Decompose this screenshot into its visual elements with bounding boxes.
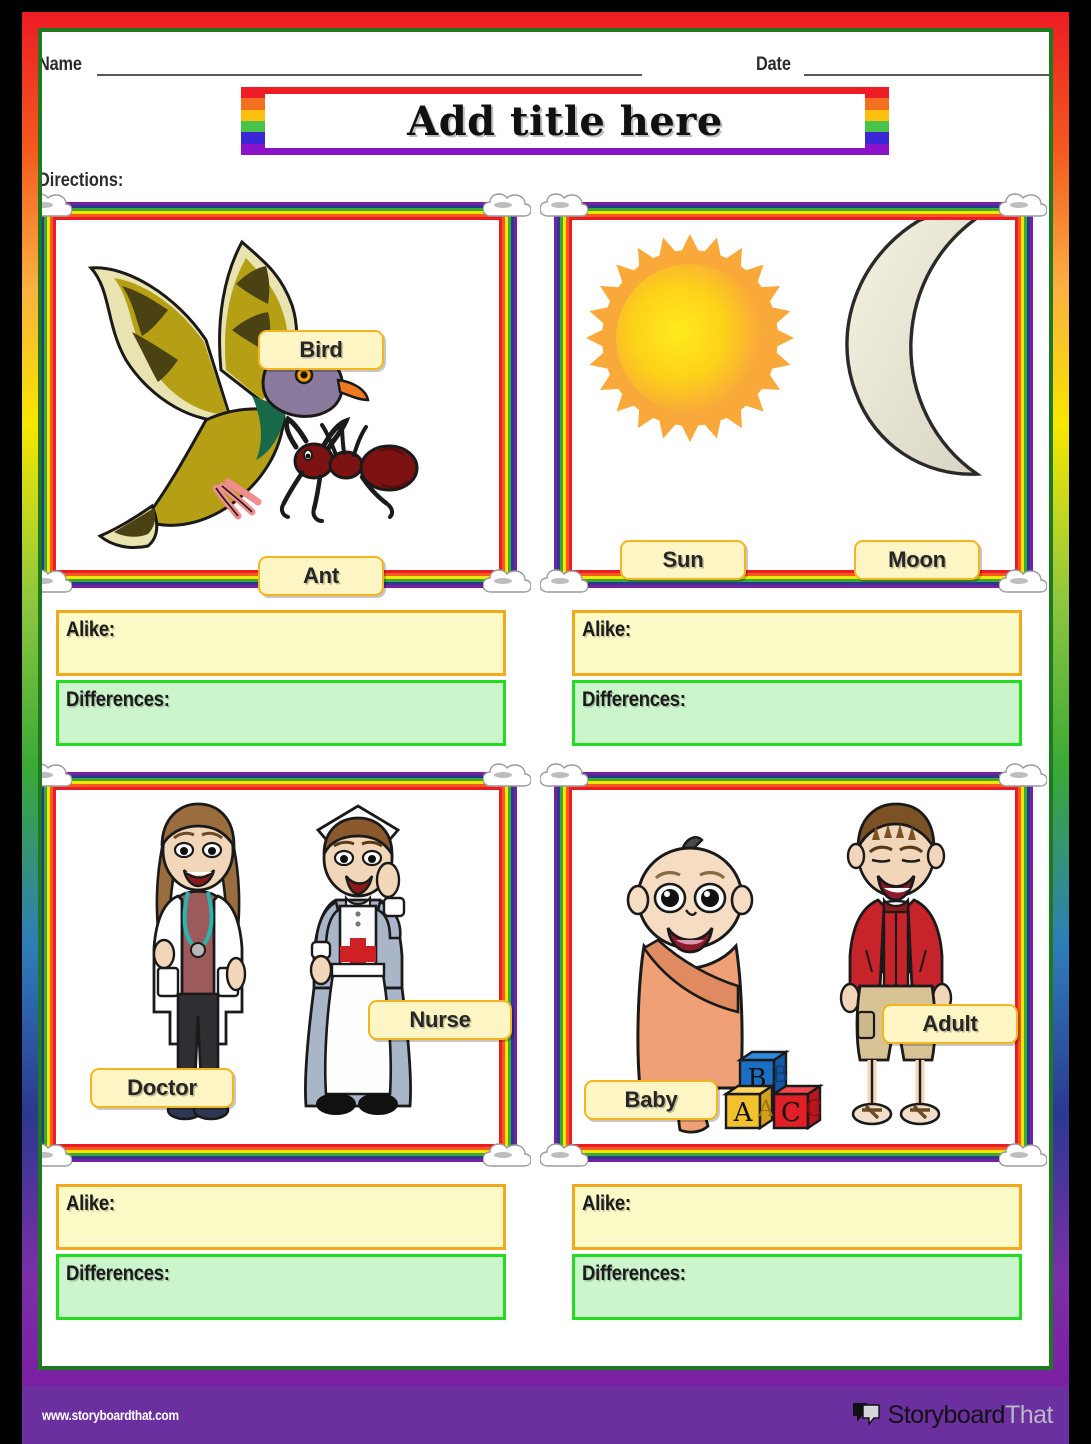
svg-text:B: B (772, 1063, 788, 1088)
panel-doctor-nurse: Doctor Nurse (42, 763, 531, 1167)
alike-box-doctor-nurse[interactable]: Alike: (56, 1184, 506, 1250)
cloud-icon (540, 192, 588, 222)
differences-label: Differences: (66, 1262, 170, 1285)
cloud-icon (999, 568, 1047, 598)
cloud-icon (540, 1142, 588, 1172)
cloud-icon (483, 568, 531, 598)
alike-label: Alike: (582, 618, 631, 641)
panel-art-sun-moon (572, 220, 1015, 570)
label-tag-baby[interactable]: Baby (584, 1080, 718, 1120)
label-text: Nurse (409, 1007, 471, 1032)
sun-icon (586, 234, 794, 442)
storyboardthat-logo[interactable]: StoryboardThat (851, 1400, 1054, 1430)
brand-text: StoryboardThat (887, 1400, 1054, 1430)
date-field[interactable]: Date (756, 54, 1049, 76)
nurse-icon (304, 804, 412, 1115)
speech-bubbles-icon (852, 1403, 880, 1426)
svg-text:C: C (806, 1097, 823, 1122)
worksheet-header: Name Date Add title here Directions: (42, 32, 1049, 192)
differences-label: Differences: (66, 688, 170, 711)
page-title: Add title here (407, 97, 723, 145)
ant-icon (279, 415, 419, 523)
label-tag-ant[interactable]: Ant (258, 556, 384, 596)
date-label: Date (756, 54, 791, 75)
alike-label: Alike: (582, 1192, 631, 1215)
panel-art-bird-ant (56, 220, 499, 570)
footer-url[interactable]: www.storyboardthat.com (42, 1407, 179, 1423)
label-tag-nurse[interactable]: Nurse (368, 1000, 512, 1040)
label-text: Adult (922, 1011, 978, 1036)
abc-blocks-icon: B B A A C C (722, 1049, 824, 1131)
title-text-area[interactable]: Add title here (265, 87, 865, 155)
moon-icon (845, 220, 983, 476)
differences-box-baby-adult[interactable]: Differences: (572, 1254, 1022, 1320)
cloud-icon (540, 568, 588, 598)
differences-label: Differences: (582, 688, 686, 711)
name-label: Name (42, 54, 82, 75)
brand-second: That (1004, 1400, 1054, 1429)
label-text: Baby (624, 1087, 678, 1112)
label-tag-adult[interactable]: Adult (882, 1004, 1018, 1044)
name-field[interactable]: Name (42, 54, 642, 76)
cloud-icon (999, 1142, 1047, 1172)
block-c: C C (770, 1083, 824, 1131)
label-tag-sun[interactable]: Sun (620, 540, 746, 580)
panel-sun-moon: Sun Moon (540, 193, 1047, 593)
cloud-icon (483, 1142, 531, 1172)
bird-and-ant-illustration (87, 239, 419, 550)
title-banner[interactable]: Add title here (241, 87, 889, 155)
differences-box-doctor-nurse[interactable]: Differences: (56, 1254, 506, 1320)
label-text: Doctor (127, 1075, 197, 1100)
label-tag-bird[interactable]: Bird (258, 330, 384, 370)
label-tag-moon[interactable]: Moon (854, 540, 980, 580)
page-footer: www.storyboardthat.com StoryboardThat (22, 1386, 1069, 1444)
svg-text:C: C (781, 1098, 801, 1128)
label-text: Ant (302, 563, 340, 588)
cloud-icon (540, 762, 588, 792)
block-a: A A (722, 1083, 776, 1131)
cloud-icon (999, 762, 1047, 792)
panel-bird-ant: Bird Ant (42, 193, 531, 596)
cloud-icon (42, 762, 72, 792)
alike-box-baby-adult[interactable]: Alike: (572, 1184, 1022, 1250)
alike-label: Alike: (66, 618, 115, 641)
date-input-line[interactable] (804, 57, 1049, 76)
alike-box-bird-ant[interactable]: Alike: (56, 610, 506, 676)
label-tag-doctor[interactable]: Doctor (90, 1068, 234, 1108)
worksheet-sheet: Name Date Add title here Directions: Bir… (42, 32, 1049, 1366)
sun-and-moon-illustration (586, 220, 983, 476)
directions-label: Directions: (42, 170, 124, 191)
title-rainbow-right (865, 87, 889, 155)
bird-icon (87, 239, 370, 550)
title-rainbow-left (241, 87, 265, 155)
adult-icon (839, 802, 953, 1126)
cloud-icon (42, 192, 72, 222)
label-text: Bird (299, 337, 343, 362)
alike-box-sun-moon[interactable]: Alike: (572, 610, 1022, 676)
cloud-icon (42, 1142, 72, 1172)
name-input-line[interactable] (96, 57, 642, 76)
cloud-icon (42, 568, 72, 598)
svg-text:A: A (757, 1097, 775, 1122)
label-text: Moon (888, 547, 946, 572)
panel-baby-adult: B B A A C C Baby Adult (540, 763, 1047, 1167)
alike-label: Alike: (66, 1192, 115, 1215)
differences-box-sun-moon[interactable]: Differences: (572, 680, 1022, 746)
svg-text:A: A (733, 1098, 754, 1128)
worksheet-page: Name Date Add title here Directions: Bir… (0, 0, 1091, 1444)
differences-label: Differences: (582, 1262, 686, 1285)
differences-box-bird-ant[interactable]: Differences: (56, 680, 506, 746)
brand-first: Storyboard (887, 1400, 1006, 1429)
cloud-icon (483, 762, 531, 792)
cloud-icon (999, 192, 1047, 222)
cloud-icon (483, 192, 531, 222)
label-text: Sun (662, 547, 704, 572)
